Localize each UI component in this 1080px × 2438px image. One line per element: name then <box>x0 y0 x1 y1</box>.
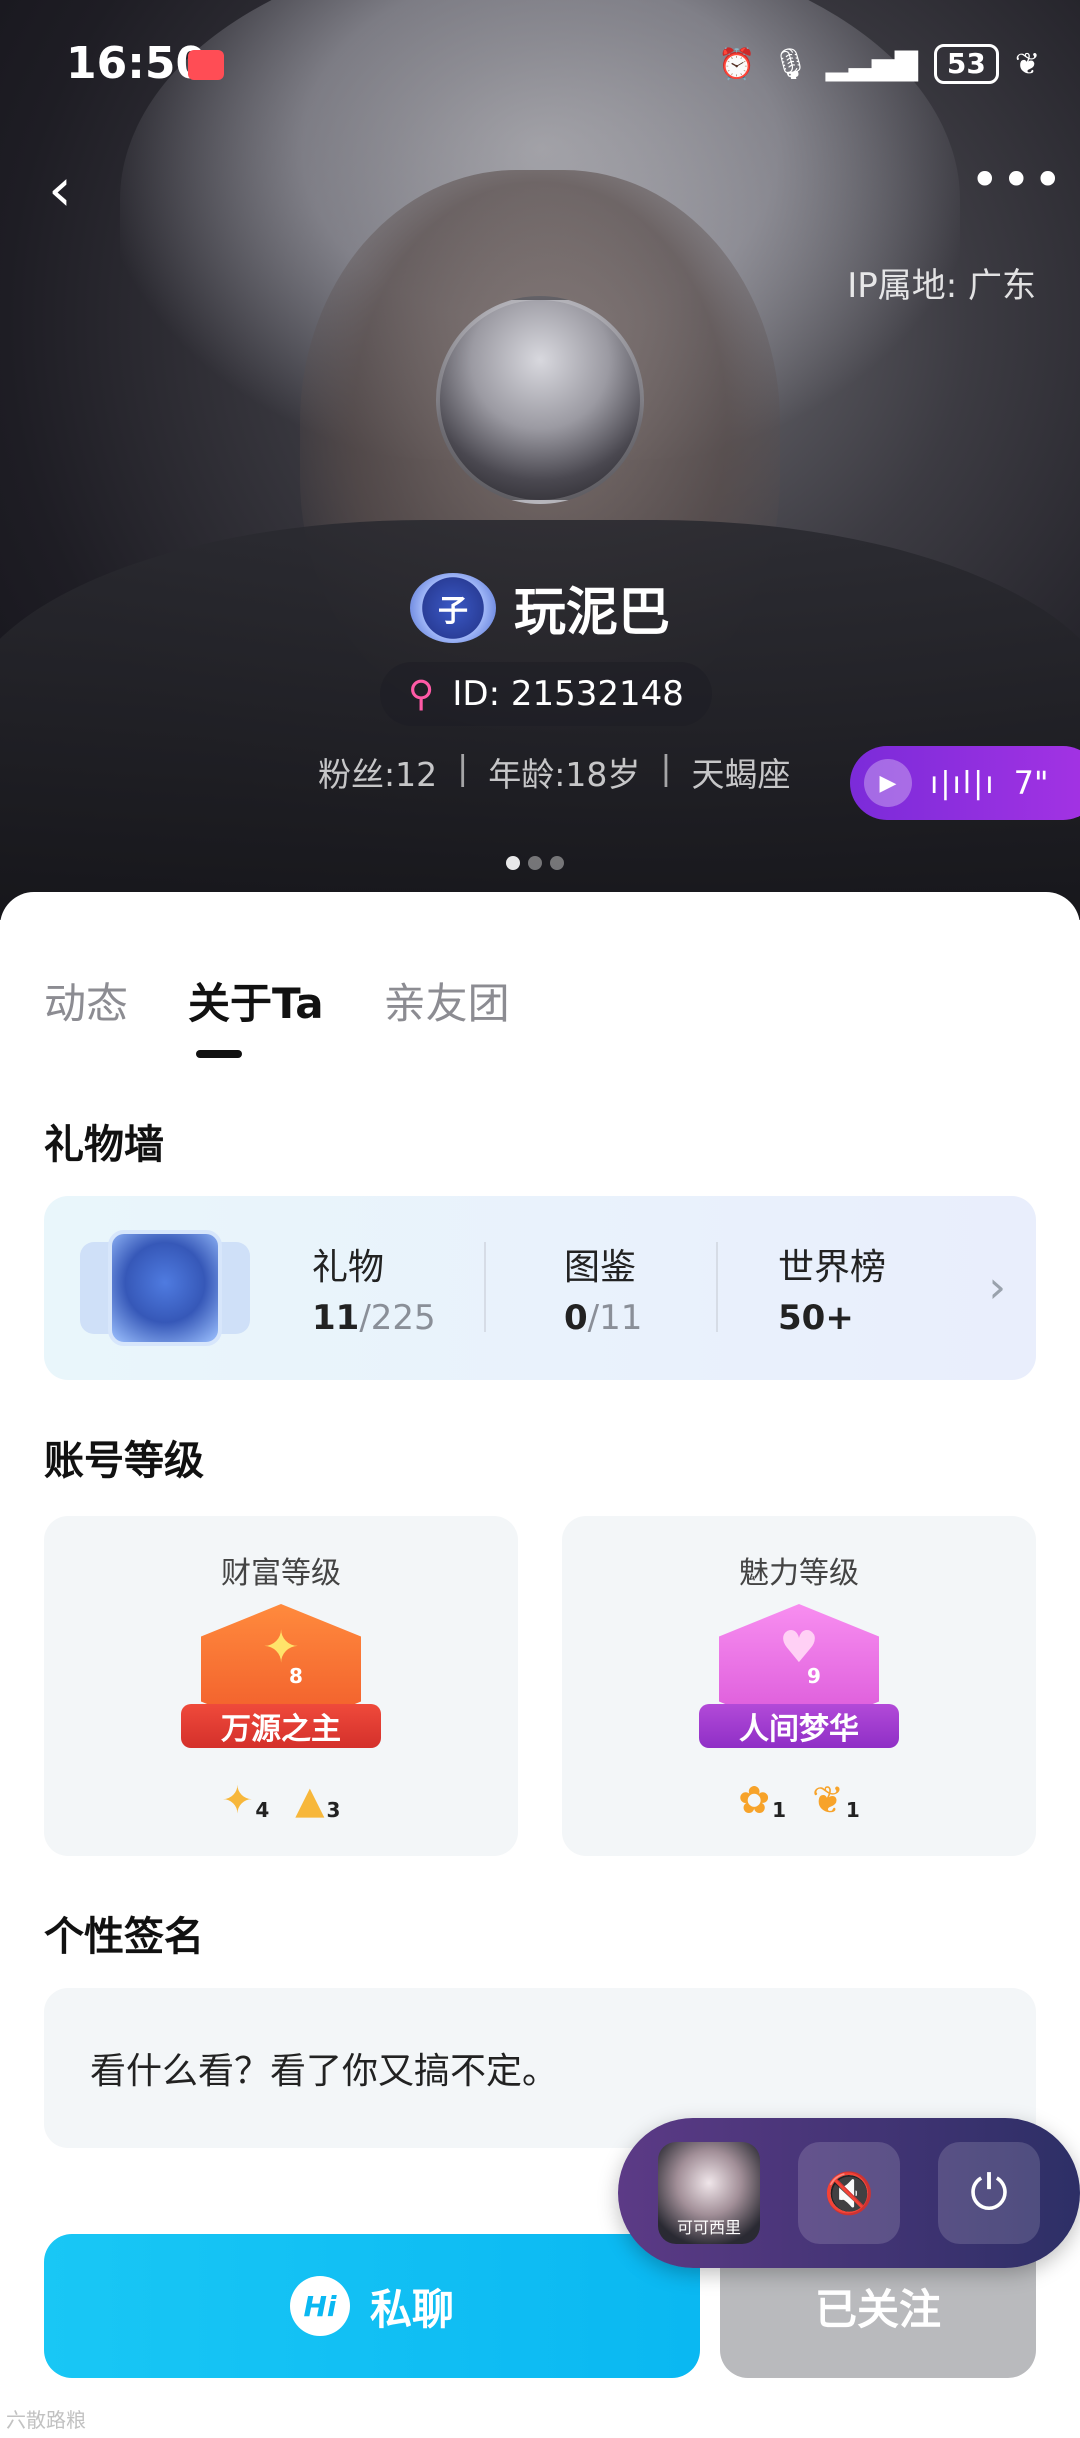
active-tab-indicator <box>196 1050 242 1058</box>
female-gender-icon: ⚲ <box>408 673 435 715</box>
status-bar: 16:50 ⏰ 🎙 ▂▃▅▇ 53 ❦ <box>0 0 1080 130</box>
gift-preview-stack <box>80 1230 250 1346</box>
stat-label: 礼物 <box>312 1247 385 1288</box>
stat-total: /11 <box>587 1298 643 1338</box>
star-badge-icon: ✦ <box>262 1622 300 1673</box>
signature-text: 看什么看？看了你又搞不定。 <box>90 2051 559 2092</box>
watermark: 六散路粮 <box>6 2408 86 2432</box>
leaf-icon: ❦ 1 <box>812 1778 860 1822</box>
stat-value: 0/11 <box>564 1298 642 1338</box>
mic-icon: 🎙 <box>771 46 810 82</box>
charm-level-card[interactable]: 魅力等级 ♥ 9 人间梦华 ✿ 1 ❦ 1 <box>562 1516 1036 1856</box>
stat-value: 11/225 <box>312 1298 436 1338</box>
divider <box>484 1242 486 1332</box>
tab-friends-group[interactable]: 亲友团 <box>384 970 510 1031</box>
mini-badge-num: 4 <box>255 1798 270 1822</box>
stat-value: 50+ <box>778 1298 854 1338</box>
voice-intro-button[interactable]: ▶ ı|ıl|ı 7" <box>850 746 1080 820</box>
mini-badge-num: 1 <box>845 1798 860 1822</box>
notification-app-icon <box>188 50 224 80</box>
zodiac: 天蝎座 <box>691 755 791 794</box>
fans-count: 粉丝:12 <box>318 755 438 794</box>
meta-separator: | <box>660 748 672 787</box>
gift-stat-world-rank: 世界榜 50+ <box>778 1238 886 1338</box>
tab-about[interactable]: 关于Ta <box>188 970 324 1031</box>
carousel-dot[interactable] <box>550 856 564 870</box>
triangle-icon: ▲ 3 <box>295 1778 341 1822</box>
user-id-pill[interactable]: ⚲ ID: 21532148 <box>380 662 712 726</box>
gift-thumb-main <box>108 1230 222 1346</box>
stat-total: /225 <box>359 1298 436 1338</box>
name-row: 子 玩泥巴 <box>0 570 1080 645</box>
wealth-level-title: 财富等级 <box>221 1556 341 1591</box>
age: 年龄:18岁 <box>488 755 641 794</box>
mute-button[interactable]: 🔇 <box>798 2142 900 2244</box>
gift-wall-title: 礼物墙 <box>44 1122 164 1168</box>
noble-badge-char: 子 <box>437 593 468 629</box>
carousel-dot[interactable] <box>528 856 542 870</box>
floating-room-player[interactable]: 可可西里 🔇 ⏻ <box>618 2118 1080 2268</box>
charm-rank-name: 人间梦华 <box>699 1704 899 1748</box>
signature-title: 个性签名 <box>44 1914 204 1960</box>
wealth-level-card[interactable]: 财富等级 ✦ 8 万源之主 ✦ 4 ▲ 3 <box>44 1516 518 1856</box>
ip-location: IP属地: 广东 <box>847 266 1036 306</box>
carousel-dot[interactable] <box>506 856 520 870</box>
profile-avatar[interactable] <box>436 296 644 504</box>
tab-moments[interactable]: 动态 <box>44 970 128 1031</box>
badge-level-number: 9 <box>807 1664 821 1688</box>
charm-level-title: 魅力等级 <box>739 1556 859 1591</box>
mini-badge-num: 3 <box>326 1798 341 1822</box>
status-time: 16:50 <box>66 38 207 89</box>
signal-icon: ▂▃▅▇ <box>825 46 918 82</box>
voice-duration: 7" <box>1013 764 1049 802</box>
hi-chat-icon: Hi <box>289 2276 350 2336</box>
user-id: ID: 21532148 <box>452 674 684 714</box>
leaf-icon: ❦ <box>1014 46 1040 82</box>
private-chat-button[interactable]: Hi 私聊 <box>44 2234 700 2378</box>
heart-badge-icon: ♥ <box>779 1622 819 1673</box>
gift-wall-card[interactable]: 礼物 11/225 图鉴 0/11 世界榜 50+ › <box>44 1196 1036 1380</box>
gift-stat-catalog: 图鉴 0/11 <box>564 1238 642 1338</box>
chevron-left-icon: ‹ <box>48 155 72 225</box>
power-icon: ⏻ <box>970 2164 1008 2221</box>
exit-room-button[interactable]: ⏻ <box>938 2142 1040 2244</box>
wealth-mini-badges: ✦ 4 ▲ 3 <box>44 1778 518 1822</box>
gift-stat-gifts: 礼物 11/225 <box>312 1238 436 1338</box>
more-dots-icon: ••• <box>970 151 1065 209</box>
stat-count: 0 <box>564 1298 588 1338</box>
more-options-button[interactable]: ••• <box>970 155 1062 220</box>
alarm-icon: ⏰ <box>718 46 756 82</box>
wealth-rank-name: 万源之主 <box>181 1704 381 1748</box>
back-button[interactable]: ‹ <box>48 160 108 220</box>
carousel-indicator <box>506 856 564 870</box>
profile-tabs: 动态 关于Ta 亲友团 <box>44 970 510 1031</box>
chevron-right-icon: › <box>988 1262 1006 1313</box>
stat-count: 11 <box>312 1298 360 1338</box>
profile-hero: 16:50 ⏰ 🎙 ▂▃▅▇ 53 ❦ ‹ ••• IP属地: 广东 子 玩泥巴… <box>0 0 1080 920</box>
charm-mini-badges: ✿ 1 ❦ 1 <box>562 1778 1036 1822</box>
audio-wave-icon: ı|ıl|ı <box>930 765 996 801</box>
profile-meta: 粉丝:12 | 年龄:18岁 | 天蝎座 <box>318 748 790 796</box>
noble-badge-icon[interactable]: 子 <box>409 572 496 643</box>
status-icons: ⏰ 🎙 ▂▃▅▇ 53 ❦ <box>718 44 1040 84</box>
battery-icon: 53 <box>933 44 999 84</box>
stat-label: 世界榜 <box>778 1247 887 1288</box>
badge-level-number: 8 <box>289 1664 303 1688</box>
room-avatar-caption: 可可西里 <box>676 2218 741 2237</box>
star-icon: ✦ 4 <box>221 1778 270 1822</box>
divider <box>716 1242 718 1332</box>
account-level-title: 账号等级 <box>44 1438 204 1484</box>
mini-badge-num: 1 <box>772 1798 786 1822</box>
play-icon: ▶ <box>864 759 912 807</box>
speaker-mute-icon: 🔇 <box>824 2170 874 2217</box>
private-chat-label: 私聊 <box>369 2284 454 2334</box>
flower-icon: ✿ 1 <box>738 1778 786 1822</box>
stat-label: 图鉴 <box>564 1247 637 1288</box>
user-name: 玩泥巴 <box>513 583 670 643</box>
meta-separator: | <box>457 748 469 787</box>
